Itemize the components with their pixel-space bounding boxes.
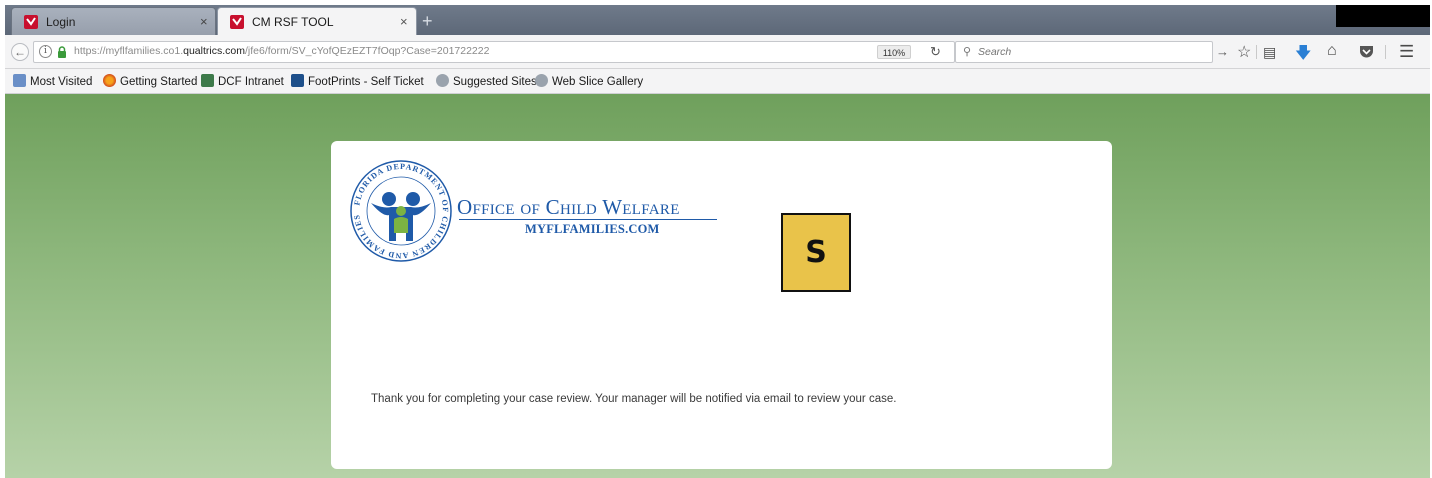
bookmark-dcf-intranet[interactable]: DCF Intranet [201, 74, 284, 88]
bookmark-suggested-sites[interactable]: Suggested Sites [436, 74, 537, 88]
qualtrics-favicon-icon [230, 15, 244, 29]
url-bar[interactable]: i https://myflfamilies.co1.qualtrics.com… [33, 41, 955, 63]
home-icon[interactable]: ⌂ [1327, 42, 1337, 60]
dcf-icon [201, 74, 214, 87]
search-input[interactable] [978, 44, 1178, 60]
page-content: FLORIDA DEPARTMENT OF CHILDREN AND FAMIL… [5, 94, 1430, 478]
search-bar[interactable]: ⚲ [955, 41, 1213, 63]
download-icon[interactable]: 🡇 [1295, 42, 1311, 69]
badge-letter: S [805, 235, 827, 270]
tab-login[interactable]: Login × [11, 7, 216, 35]
dcf-seal-logo: FLORIDA DEPARTMENT OF CHILDREN AND FAMIL… [350, 160, 452, 262]
info-icon[interactable]: i [39, 45, 52, 58]
forward-arrow-icon[interactable]: → [1216, 44, 1229, 59]
tab-label: CM RSF TOOL [252, 15, 334, 29]
bookmark-getting-started[interactable]: Getting Started [103, 74, 197, 88]
toolbar-separator [1385, 45, 1386, 59]
zoom-level-badge[interactable]: 110% [877, 45, 911, 59]
search-icon: ⚲ [963, 46, 972, 58]
tab-close-icon[interactable]: × [400, 14, 408, 29]
bookmark-web-slice-gallery[interactable]: Web Slice Gallery [535, 74, 643, 88]
office-url: MYFLFAMILIES.COM [525, 222, 660, 236]
reload-icon[interactable]: ↻ [930, 44, 941, 60]
pocket-icon[interactable] [1359, 45, 1374, 59]
hamburger-menu-icon[interactable]: ☰ [1399, 42, 1414, 62]
qualtrics-favicon-icon [24, 15, 38, 29]
ie-globe-icon [535, 74, 548, 87]
section-badge: S [781, 213, 851, 292]
title-divider [459, 219, 717, 220]
bookmark-star-icon[interactable]: ☆ [1237, 42, 1251, 62]
folder-icon [13, 74, 26, 87]
reading-list-icon[interactable]: ▤ [1263, 44, 1276, 61]
tab-cm-rsf-tool[interactable]: CM RSF TOOL × [217, 7, 417, 35]
url-text: https://myflfamilies.co1.qualtrics.com/j… [74, 45, 490, 57]
ie-globe-icon [436, 74, 449, 87]
back-arrow-icon[interactable]: ← [11, 43, 29, 61]
tab-bar: Login × CM RSF TOOL × + [5, 5, 1430, 35]
tab-label: Login [46, 15, 76, 29]
tab-close-icon[interactable]: × [200, 14, 208, 29]
bookmark-most-visited[interactable]: Most Visited [13, 74, 92, 88]
bookmark-footprints[interactable]: FootPrints - Self Ticket [291, 74, 424, 88]
survey-card: FLORIDA DEPARTMENT OF CHILDREN AND FAMIL… [331, 141, 1112, 469]
redaction-box [1336, 5, 1430, 27]
firefox-icon [103, 74, 116, 87]
bookmarks-toolbar: Most Visited Getting Started DCF Intrane… [5, 69, 1430, 94]
navigation-bar: ← i https://myflfamilies.co1.qualtrics.c… [5, 35, 1430, 69]
footprints-icon [291, 74, 304, 87]
lock-icon [58, 46, 66, 58]
office-title: Office of Child Welfare [457, 195, 680, 219]
toolbar-separator [1256, 45, 1257, 59]
completion-message: Thank you for completing your case revie… [371, 393, 897, 405]
browser-window: Login × CM RSF TOOL × + ← i https://myfl… [5, 5, 1430, 478]
new-tab-button[interactable]: + [422, 11, 433, 32]
